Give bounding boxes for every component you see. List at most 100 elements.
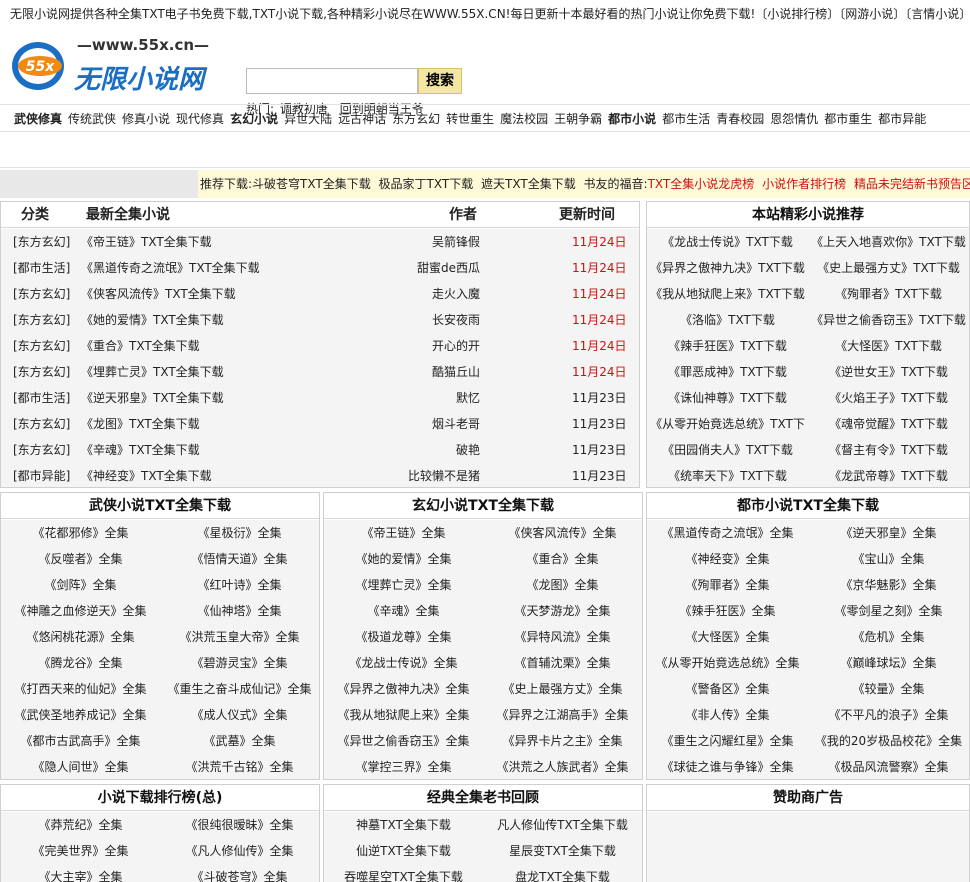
novel-link[interactable]: 《重生之闪耀红星》全集 <box>647 728 808 754</box>
nav-item[interactable]: 远古神话 <box>338 112 386 126</box>
novel-link[interactable]: 《警备区》全集 <box>647 676 808 702</box>
novel-link[interactable]: 《我从地狱爬上来》全集 <box>324 702 483 728</box>
novel-link[interactable]: 《较量》全集 <box>808 676 969 702</box>
nav-item[interactable]: 魔法校园 <box>500 112 548 126</box>
novel-link[interactable]: 《辣手狂医》TXT下载 <box>647 333 808 359</box>
nav-item[interactable]: 异世大陆 <box>284 112 332 126</box>
novel-link[interactable]: 《隐人间世》全集 <box>1 754 160 780</box>
novel-link[interactable]: 《异界之傲神九决》TXT下载 <box>647 255 808 281</box>
novel-link[interactable]: 《统率天下》TXT下载 <box>647 463 808 489</box>
novel-link[interactable]: 《武墓》全集 <box>160 728 319 754</box>
nav-item[interactable]: 都市生活 <box>662 112 710 126</box>
row-title-link[interactable]: 《逆天邪皇》TXT全集下载 <box>81 385 224 411</box>
row-author[interactable]: 甜蜜de西瓜 <box>417 255 480 281</box>
novel-link[interactable]: 《极品风流警察》全集 <box>808 754 969 780</box>
row-author[interactable]: 长安夜雨 <box>432 307 480 333</box>
novel-link[interactable]: 《异界之傲神九决》全集 <box>324 676 483 702</box>
novel-link[interactable]: 凡人修仙传TXT全集下载 <box>483 812 642 838</box>
novel-link[interactable]: 《逆世女王》TXT下载 <box>808 359 969 385</box>
recommend-link[interactable]: 遮天TXT全集下载 <box>481 177 576 191</box>
novel-link[interactable]: 《球徒之谁与争锋》全集 <box>647 754 808 780</box>
row-title-link[interactable]: 《帝王链》TXT全集下载 <box>81 229 212 255</box>
recommend-link[interactable]: 极品家丁TXT下载 <box>379 177 474 191</box>
row-title-link[interactable]: 《黑道传奇之流氓》TXT全集下载 <box>81 255 260 281</box>
novel-link[interactable]: 《洪荒之人族武者》全集 <box>483 754 642 780</box>
novel-link[interactable]: 《大主宰》全集 <box>1 864 160 882</box>
novel-link[interactable]: 《神雕之血修逆天》全集 <box>1 598 160 624</box>
novel-link[interactable]: 《史上最强方丈》TXT下载 <box>808 255 969 281</box>
novel-link[interactable]: 《重合》全集 <box>483 546 642 572</box>
recommend-red-link[interactable]: TXT全集小说龙虎榜 <box>648 177 755 191</box>
novel-link[interactable]: 《掌控三界》全集 <box>324 754 483 780</box>
novel-link[interactable]: 《悟情天道》全集 <box>160 546 319 572</box>
novel-link[interactable]: 《危机》全集 <box>808 624 969 650</box>
row-author[interactable]: 吴箭锋假 <box>432 229 480 255</box>
row-author[interactable]: 酷猫丘山 <box>432 359 480 385</box>
novel-link[interactable]: 《辛魂》全集 <box>324 598 483 624</box>
search-button[interactable]: 搜索 <box>418 68 462 94</box>
row-title-link[interactable]: 《重合》TXT全集下载 <box>81 333 200 359</box>
row-title-link[interactable]: 《侠客风流传》TXT全集下载 <box>81 281 236 307</box>
novel-link[interactable]: 《龙图》全集 <box>483 572 642 598</box>
novel-link[interactable]: 《宝山》全集 <box>808 546 969 572</box>
novel-link[interactable]: 《田园俏夫人》TXT下载 <box>647 437 808 463</box>
nav-item[interactable]: 玄幻小说 <box>230 112 278 126</box>
novel-link[interactable]: 《京华魅影》全集 <box>808 572 969 598</box>
row-title-link[interactable]: 《她的爱情》TXT全集下载 <box>81 307 224 333</box>
novel-link[interactable]: 《仙神塔》全集 <box>160 598 319 624</box>
novel-link[interactable]: 《逆天邪皇》全集 <box>808 520 969 546</box>
novel-link[interactable]: 《凡人修仙传》全集 <box>160 838 319 864</box>
row-title-link[interactable]: 《埋葬亡灵》TXT全集下载 <box>81 359 224 385</box>
novel-link[interactable]: 《悠闲桃花源》全集 <box>1 624 160 650</box>
novel-link[interactable]: 《我的20岁极品校花》全集 <box>808 728 969 754</box>
novel-link[interactable]: 《都市古武高手》全集 <box>1 728 160 754</box>
novel-link[interactable]: 《罪恶成神》TXT下载 <box>647 359 808 385</box>
nav-item[interactable]: 转世重生 <box>446 112 494 126</box>
novel-link[interactable]: 《天梦游龙》全集 <box>483 598 642 624</box>
row-author[interactable]: 烟斗老哥 <box>432 411 480 437</box>
novel-link[interactable]: 《神经变》全集 <box>647 546 808 572</box>
novel-link[interactable]: 《洪荒玉皇大帝》全集 <box>160 624 319 650</box>
row-title-link[interactable]: 《神经变》TXT全集下载 <box>81 463 212 489</box>
row-author[interactable]: 破艳 <box>456 437 480 463</box>
novel-link[interactable]: 《反噬者》全集 <box>1 546 160 572</box>
novel-link[interactable]: 《帝王链》全集 <box>324 520 483 546</box>
novel-link[interactable]: 《异世之偷香窃玉》TXT下载 <box>808 307 969 333</box>
row-author[interactable]: 开心的开 <box>432 333 480 359</box>
novel-link[interactable]: 《莽荒纪》全集 <box>1 812 160 838</box>
novel-link[interactable]: 《上天入地喜欢你》TXT下载 <box>808 229 969 255</box>
novel-link[interactable]: 星辰变TXT全集下载 <box>483 838 642 864</box>
novel-link[interactable]: 《很纯很暧昧》全集 <box>160 812 319 838</box>
novel-link[interactable]: 神墓TXT全集下载 <box>324 812 483 838</box>
novel-link[interactable]: 《不平凡的浪子》全集 <box>808 702 969 728</box>
novel-link[interactable]: 《洛临》TXT下载 <box>647 307 808 333</box>
nav-item[interactable]: 都市小说 <box>608 112 656 126</box>
novel-link[interactable]: 《打西天来的仙妃》全集 <box>1 676 160 702</box>
nav-item[interactable]: 东方玄幻 <box>392 112 440 126</box>
novel-link[interactable]: 《异世之偷香窃玉》全集 <box>324 728 483 754</box>
novel-link[interactable]: 《龙战士传说》TXT下载 <box>647 229 808 255</box>
novel-link[interactable]: 《星极衍》全集 <box>160 520 319 546</box>
novel-link[interactable]: 《完美世界》全集 <box>1 838 160 864</box>
novel-link[interactable]: 《非人传》全集 <box>647 702 808 728</box>
novel-link[interactable]: 《督主有令》TXT下载 <box>808 437 969 463</box>
novel-link[interactable]: 《火焰王子》TXT下载 <box>808 385 969 411</box>
row-author[interactable]: 走火入魔 <box>432 281 480 307</box>
nav-item[interactable]: 现代修真 <box>176 112 224 126</box>
novel-link[interactable]: 仙逆TXT全集下载 <box>324 838 483 864</box>
novel-link[interactable]: 《异界之江湖高手》全集 <box>483 702 642 728</box>
novel-link[interactable]: 《武侠圣地养成记》全集 <box>1 702 160 728</box>
nav-item[interactable]: 武侠修真 <box>14 112 62 126</box>
novel-link[interactable]: 《洪荒千古铭》全集 <box>160 754 319 780</box>
novel-link[interactable]: 《异特风流》全集 <box>483 624 642 650</box>
novel-link[interactable]: 《剑阵》全集 <box>1 572 160 598</box>
novel-link[interactable]: 《黑道传奇之流氓》全集 <box>647 520 808 546</box>
novel-link[interactable]: 《成人仪式》全集 <box>160 702 319 728</box>
site-logo[interactable]: 55x —www.55x.cn— 无限小说网 <box>10 36 230 98</box>
search-input[interactable] <box>246 68 418 94</box>
nav-item[interactable]: 都市重生 <box>824 112 872 126</box>
novel-link[interactable]: 《辣手狂医》全集 <box>647 598 808 624</box>
novel-link[interactable]: 《埋葬亡灵》全集 <box>324 572 483 598</box>
nav-item[interactable]: 修真小说 <box>122 112 170 126</box>
recommend-red-link[interactable]: 精品未完结新书预告区 <box>854 177 970 191</box>
